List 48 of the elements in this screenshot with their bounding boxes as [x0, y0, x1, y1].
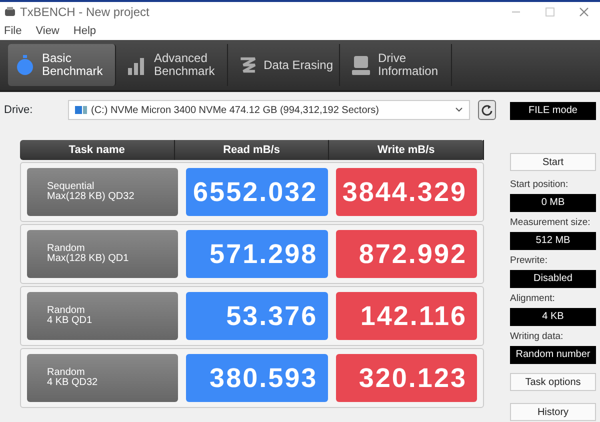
maximize-icon — [544, 6, 556, 18]
window-title: TxBENCH - New project — [20, 4, 150, 21]
task-name: Random 4 KB QD1 — [27, 292, 178, 340]
drive-icon — [350, 54, 372, 76]
tab[interactable]: Drive Information — [344, 44, 452, 86]
read-value: 571.298 — [186, 230, 328, 278]
setting-value: Disabled — [510, 270, 596, 288]
tab[interactable]: Advanced Benchmark — [120, 44, 228, 86]
tab[interactable]: Basic Benchmark — [8, 44, 116, 86]
setting-label: Measurement size: — [510, 217, 592, 229]
write-value: 320.123 — [336, 354, 477, 402]
read-value: 6552.032 — [186, 168, 328, 216]
setting-value: 4 KB — [510, 308, 596, 326]
setting-value: Random number — [510, 346, 596, 364]
drive-label: Drive: — [4, 102, 34, 118]
refresh-button[interactable] — [478, 100, 496, 120]
write-value: 3844.329 — [336, 168, 477, 216]
task-name: Random 4 KB QD32 — [27, 354, 178, 402]
stopwatch-icon — [14, 54, 36, 76]
drive-icon — [75, 105, 87, 115]
setting-label: Writing data: — [510, 331, 564, 343]
tab[interactable]: Data Erasing — [232, 44, 340, 86]
app-icon — [4, 6, 16, 18]
task-name: Random Max(128 KB) QD1 — [27, 230, 178, 278]
start-button[interactable]: Start — [510, 153, 596, 171]
drive-dropdown[interactable]: (C:) NVMe Micron 3400 NVMe 474.12 GB (994,312,192 Sectors) — [68, 100, 470, 120]
write-value: 142.116 — [336, 292, 477, 340]
setting-value: 0 MB — [510, 194, 596, 212]
action-button[interactable]: History — [510, 403, 596, 421]
column-header: Task name — [20, 140, 175, 160]
caret-icon — [455, 107, 463, 113]
setting-label: Start position: — [510, 179, 570, 191]
menu-item[interactable]: View — [36, 22, 60, 40]
read-value: 53.376 — [186, 292, 328, 340]
setting-label: Prewrite: — [510, 255, 548, 267]
mode-indicator: FILE mode — [510, 102, 596, 120]
refresh-icon — [481, 104, 493, 116]
write-value: 872.992 — [336, 230, 477, 278]
menu-item[interactable]: File — [4, 22, 22, 40]
setting-value: 512 MB — [510, 232, 596, 250]
setting-label: Alignment: — [510, 293, 556, 305]
action-button[interactable]: Task options — [510, 373, 596, 391]
column-header: Write mB/s — [329, 140, 484, 160]
read-value: 380.593 — [186, 354, 328, 402]
close-icon — [578, 6, 590, 18]
menu-item[interactable]: Help — [73, 22, 96, 40]
task-name: Sequential Max(128 KB) QD32 — [27, 168, 178, 216]
column-header: Read mB/s — [174, 140, 330, 160]
